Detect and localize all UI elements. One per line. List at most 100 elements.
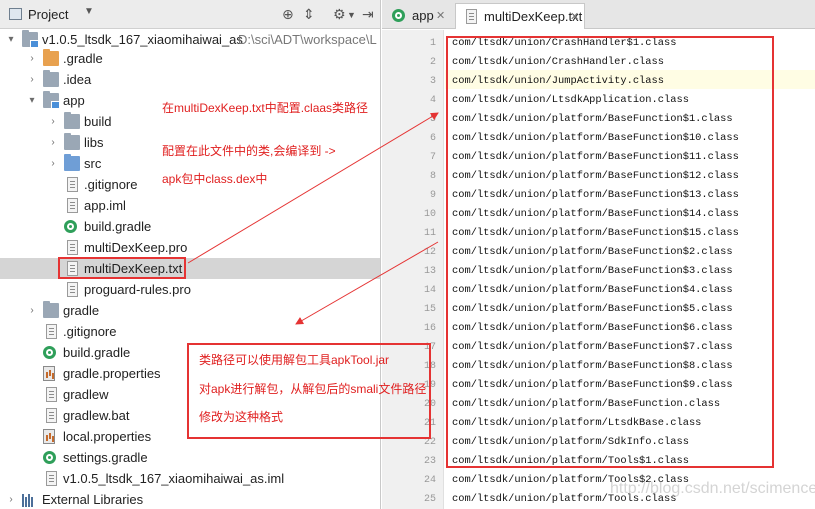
tab-multidexkeep-txt[interactable]: multiDexKeep.txt ✕ bbox=[455, 3, 585, 29]
tree-item[interactable]: ▾ v1.0.5_ltsdk_167_xiaomihaiwai_as D:\sci\… bbox=[0, 29, 380, 50]
folder-icon bbox=[64, 112, 80, 129]
tree-item-label: gradlew.bat bbox=[63, 408, 130, 423]
chevron-right-icon[interactable]: › bbox=[48, 132, 58, 153]
line-number: 10 bbox=[423, 209, 436, 220]
tab-app[interactable]: app ✕ bbox=[384, 3, 454, 29]
tree-item[interactable]: › .gradle bbox=[0, 48, 380, 69]
tree-item-label: settings.gradle bbox=[63, 450, 148, 465]
tree-item[interactable]: › External Libraries bbox=[0, 489, 380, 509]
file-icon bbox=[67, 198, 78, 213]
tree-item-label: .gitignore bbox=[84, 177, 138, 192]
line-number: 15 bbox=[423, 304, 436, 315]
line-number: 24 bbox=[423, 475, 436, 486]
tree-item[interactable]: v1.0.5_ltsdk_167_xiaomihaiwai_as.iml bbox=[0, 468, 380, 489]
line-number: 6 bbox=[429, 133, 436, 144]
gear-dropdown-icon[interactable]: ▼ bbox=[347, 6, 356, 24]
tree-item-label: multiDexKeep.pro bbox=[84, 240, 188, 255]
chevron-right-icon[interactable]: › bbox=[48, 111, 58, 132]
annotation-note1-line2: 配置在此文件中的类,会编译到 -> bbox=[162, 144, 336, 158]
tree-item[interactable]: settings.gradle bbox=[0, 447, 380, 468]
tree-item-label: v1.0.5_ltsdk_167_xiaomihaiwai_as bbox=[42, 32, 243, 47]
tree-item-label: build.gradle bbox=[84, 219, 152, 234]
gradle-icon bbox=[43, 451, 56, 464]
file-icon bbox=[67, 282, 78, 297]
tree-item-label: build bbox=[84, 114, 112, 129]
tree-item-label: app.iml bbox=[84, 198, 126, 213]
tab-label: app bbox=[412, 8, 434, 23]
hide-panel-icon[interactable]: ⇥ bbox=[362, 5, 374, 23]
annotation-note1-line1: 在multiDexKeep.txt中配置.claas类路径 bbox=[162, 101, 369, 115]
tree-item[interactable]: › .idea bbox=[0, 69, 380, 90]
line-number: 16 bbox=[423, 323, 436, 334]
chevron-right-icon[interactable]: › bbox=[48, 153, 58, 174]
line-number: 4 bbox=[429, 95, 436, 106]
editor-tab-bar: app ✕ multiDexKeep.txt ✕ bbox=[382, 0, 815, 29]
tree-item-label: .idea bbox=[63, 72, 92, 87]
gradle-icon bbox=[64, 220, 77, 233]
project-panel-header: Project ▼ ⊕ ⇕ ⚙ ▼ ⇥ bbox=[0, 0, 380, 29]
annotation-box-code bbox=[446, 36, 774, 468]
chevron-down-icon[interactable]: ▾ bbox=[27, 90, 37, 111]
project-root-path: D:\sci\ADT\workspace\L bbox=[238, 32, 377, 47]
tree-item-label: .gitignore bbox=[63, 324, 117, 339]
tree-item-label: gradlew bbox=[63, 387, 109, 402]
annotation-note1-line3: apk包中class.dex中 bbox=[162, 172, 268, 186]
gradle-icon bbox=[43, 346, 56, 359]
close-icon[interactable]: ✕ bbox=[436, 3, 445, 29]
folder-icon bbox=[64, 154, 80, 171]
tree-item-label: src bbox=[84, 156, 102, 171]
line-number: 11 bbox=[423, 228, 436, 239]
tree-item-label: External Libraries bbox=[42, 492, 144, 507]
tree-item[interactable]: .gitignore bbox=[0, 321, 380, 342]
tree-item[interactable]: proguard-rules.pro bbox=[0, 279, 380, 300]
line-number: 25 bbox=[423, 494, 436, 505]
gear-icon[interactable]: ⚙ bbox=[333, 5, 346, 23]
gradle-icon bbox=[392, 9, 405, 22]
tree-item-label: gradle.properties bbox=[63, 366, 161, 381]
annotation-note2-line2: 对apk进行解包，从解包后的smali文件路径 bbox=[199, 382, 427, 396]
tree-item[interactable]: build.gradle bbox=[0, 216, 380, 237]
annotation-box-file bbox=[58, 257, 186, 279]
sync-target-icon[interactable]: ⊕ bbox=[282, 5, 294, 23]
project-view-icon bbox=[9, 8, 22, 20]
close-icon[interactable]: ✕ bbox=[570, 4, 579, 30]
tree-item-label: .gradle bbox=[63, 51, 103, 66]
annotation-note2-line1: 类路径可以使用解包工具apkTool.jar bbox=[199, 353, 390, 367]
tree-item-label: proguard-rules.pro bbox=[84, 282, 191, 297]
line-number: 14 bbox=[423, 285, 436, 296]
properties-icon bbox=[43, 366, 55, 381]
file-icon bbox=[46, 324, 57, 339]
file-icon bbox=[67, 240, 78, 255]
chevron-right-icon[interactable]: › bbox=[27, 300, 37, 321]
tree-item-label: build.gradle bbox=[63, 345, 131, 360]
chevron-down-icon[interactable]: ▾ bbox=[6, 29, 16, 50]
tree-item-label: app bbox=[63, 93, 85, 108]
tree-item-label: libs bbox=[84, 135, 104, 150]
line-number: 1 bbox=[429, 38, 436, 49]
file-icon bbox=[46, 387, 57, 402]
file-icon bbox=[46, 471, 57, 486]
line-number: 7 bbox=[429, 152, 436, 163]
chevron-right-icon[interactable]: › bbox=[6, 489, 16, 509]
line-number: 12 bbox=[423, 247, 436, 258]
chevron-right-icon[interactable]: › bbox=[27, 48, 37, 69]
file-icon bbox=[67, 177, 78, 192]
properties-icon bbox=[43, 429, 55, 444]
tree-item-label: v1.0.5_ltsdk_167_xiaomihaiwai_as.iml bbox=[63, 471, 285, 486]
module-folder-icon bbox=[43, 91, 60, 109]
folder-icon bbox=[43, 49, 59, 66]
tab-label: multiDexKeep.txt bbox=[484, 9, 583, 24]
tree-item-label: gradle bbox=[63, 303, 100, 318]
tree-item[interactable]: › gradle bbox=[0, 300, 380, 321]
line-number: 9 bbox=[429, 190, 436, 201]
chevron-right-icon[interactable]: › bbox=[27, 69, 37, 90]
line-number: 2 bbox=[429, 57, 436, 68]
line-number: 23 bbox=[423, 456, 436, 467]
collapse-all-icon[interactable]: ⇕ bbox=[303, 5, 315, 23]
file-icon bbox=[46, 408, 57, 423]
folder-icon bbox=[43, 70, 59, 87]
tree-item[interactable]: multiDexKeep.pro bbox=[0, 237, 380, 258]
chevron-down-icon[interactable]: ▼ bbox=[84, 6, 94, 17]
tree-item[interactable]: app.iml bbox=[0, 195, 380, 216]
project-view-selector[interactable]: Project bbox=[28, 7, 68, 22]
